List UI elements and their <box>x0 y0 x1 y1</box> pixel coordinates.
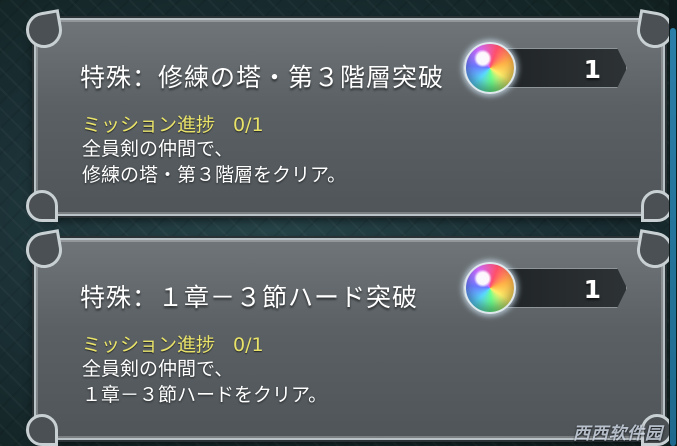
watermark-logo: 西西软件园 <box>573 424 663 444</box>
mission-description: 全員剣の仲間で、 修練の塔・第３階層をクリア。 <box>82 136 346 188</box>
card-ornament <box>26 414 58 446</box>
mission-progress: ミッション進捗 0/1 <box>82 330 264 357</box>
description-line: １章－３節ハードをクリア。 <box>82 384 328 406</box>
mission-description: 全員剣の仲間で、 １章－３節ハードをクリア。 <box>82 356 327 408</box>
scrollbar-track[interactable] <box>669 0 677 446</box>
mission-progress: ミッション進捗 0/1 <box>82 110 264 137</box>
description-line: 修練の塔・第３階層をクリア。 <box>82 164 347 186</box>
mission-title: 特殊：１章－３節ハード突破 <box>80 283 419 312</box>
mission-card[interactable]: 特殊：１章－３節ハード突破 1 ミッション進捗 0/1 全員剣の仲間で、 １章－３… <box>26 238 673 446</box>
mission-card[interactable]: 特殊：修練の塔・第３階層突破 1 ミッション進捗 0/1 全員剣の仲間で、 修練の… <box>26 18 673 222</box>
scrollbar-thumb[interactable] <box>670 28 676 446</box>
rainbow-orb-icon <box>464 42 516 94</box>
reward-count: 1 <box>583 55 601 84</box>
progress-label: ミッション進捗 <box>82 114 216 136</box>
progress-value: 0/1 <box>233 334 264 356</box>
mission-title: 特殊：修練の塔・第３階層突破 <box>80 63 445 92</box>
progress-value: 0/1 <box>233 114 264 136</box>
rainbow-orb-icon <box>464 262 516 314</box>
reward-count: 1 <box>583 275 601 304</box>
description-line: 全員剣の仲間で、 <box>82 358 234 380</box>
progress-label: ミッション進捗 <box>82 334 216 356</box>
card-ornament <box>26 190 58 222</box>
description-line: 全員剣の仲間で、 <box>82 138 234 160</box>
